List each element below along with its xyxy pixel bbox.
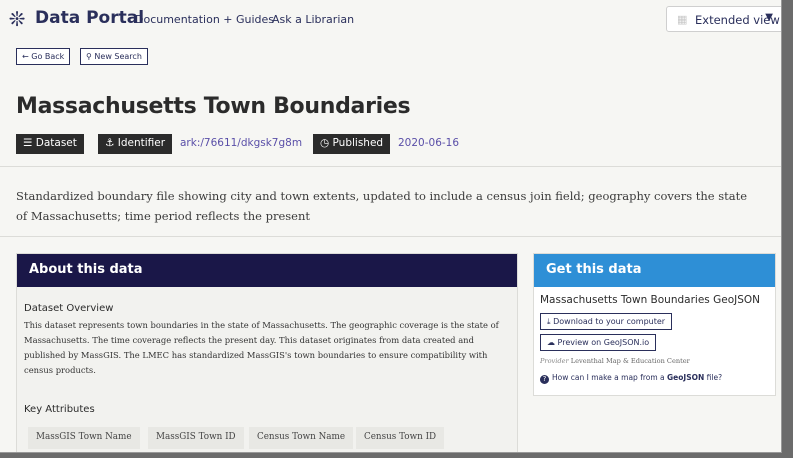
published-badge-label: Published [332,137,384,149]
help-suffix: file? [704,373,723,382]
page: ❊ Data Portal Documentation + Guides Ask… [0,0,782,453]
brand-link[interactable]: Data Portal [35,8,144,28]
record-description: Standardized boundary file showing city … [16,189,748,223]
divider [0,166,781,167]
arrow-left-icon: ← [22,52,29,61]
attribute-chip: MassGIS Town Name [28,427,140,449]
identifier-link[interactable]: ark:/76611/dkgsk7g8m [180,137,302,149]
download-button[interactable]: ⤓ Download to your computer [540,313,673,330]
overview-text: This dataset represents town boundaries … [24,320,499,375]
about-panel: About this data Dataset Overview This da… [16,253,518,452]
new-search-button[interactable]: ⚲ New Search [80,48,148,65]
published-date: 2020-06-16 [398,137,460,149]
grid-icon: ▦ [677,13,688,26]
cloud-icon: ☁ [547,338,555,347]
get-data-panel: Get this data Massachusetts Town Boundar… [533,253,776,396]
new-search-label: New Search [94,52,142,61]
about-heading: About this data [17,254,517,287]
get-data-heading: Get this data [534,254,775,287]
go-back-label: Go Back [31,52,65,61]
help-bold: GeoJSON [667,373,705,382]
identifier-badge-label: Identifier [117,137,166,149]
nav-link-documentation[interactable]: Documentation + Guides [135,13,274,26]
go-back-button[interactable]: ← Go Back [16,48,71,65]
published-badge: ◷ Published [313,134,391,154]
clock-icon: ◷ [320,137,330,149]
extended-view-dropdown[interactable]: ▦ Extended view ▼ [666,6,781,32]
attribute-chip: Census Town ID [356,427,445,449]
question-icon: ? [540,375,549,384]
page-title: Massachusetts Town Boundaries [16,94,411,119]
download-label: Download to your computer [553,317,666,326]
preview-label: Preview on GeoJSON.io [557,338,650,347]
help-prefix: How can I make a map from a [552,373,668,382]
provider-line: Provider Leventhal Map & Education Cente… [540,357,690,365]
preview-button[interactable]: ☁ Preview on GeoJSON.io [540,334,657,351]
divider [0,236,781,237]
list-icon: ☰ [23,137,33,149]
about-body: Dataset Overview This dataset represents… [17,287,517,452]
identifier-badge: ⚓ Identifier [98,134,173,154]
provider-label: Provider [540,357,569,365]
provider-value: Leventhal Map & Education Center [570,357,690,365]
type-badge-label: Dataset [35,137,77,149]
snowflake-logo-icon[interactable]: ❊ [7,9,27,29]
search-icon: ⚲ [86,52,92,61]
top-navigation: ❊ Data Portal Documentation + Guides Ask… [0,0,781,38]
attribute-chip: MassGIS Town ID [148,427,244,449]
file-title: Massachusetts Town Boundaries GeoJSON [540,294,760,306]
anchor-icon: ⚓ [105,137,115,149]
type-badge: ☰ Dataset [16,134,84,154]
help-link[interactable]: ? How can I make a map from a GeoJSON fil… [540,373,722,384]
nav-link-ask-librarian[interactable]: Ask a Librarian [272,13,354,26]
attribute-chip: Census Town Name [249,427,354,449]
chevron-down-icon: ▼ [765,12,773,23]
download-icon: ⤓ [547,317,551,326]
overview-title: Dataset Overview [24,303,114,314]
key-attributes-title: Key Attributes [24,404,95,415]
